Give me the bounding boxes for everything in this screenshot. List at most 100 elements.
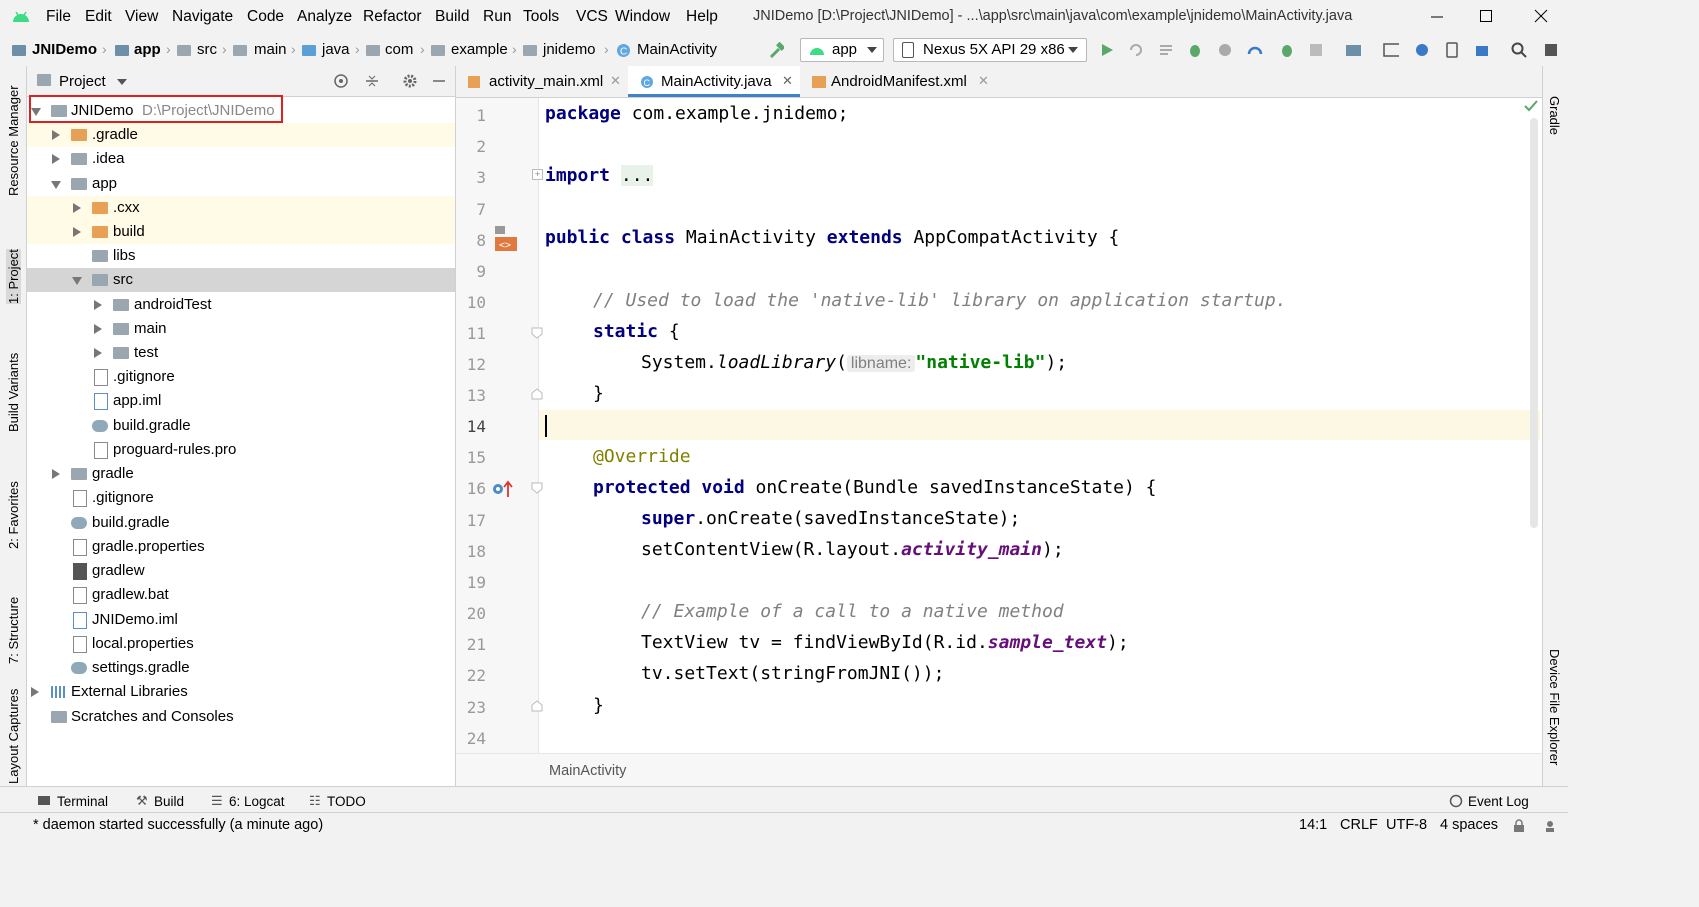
tree-item[interactable]: build [27,220,455,244]
structure-tab[interactable]: 7: Structure [6,597,21,664]
tree-item[interactable]: androidTest [27,293,455,317]
editor-scrollbar[interactable] [1530,118,1538,528]
stop-icon[interactable] [1308,42,1324,58]
fold-end-icon[interactable] [531,388,543,400]
tree-item[interactable]: build.gradle [27,511,455,535]
project-tab[interactable]: 1: Project [6,249,21,304]
tree-item[interactable]: gradlew [27,559,455,583]
code-line-15[interactable]: @Override [593,446,691,467]
collapse-all-icon[interactable] [364,73,380,89]
related-layout-icon[interactable]: <> [493,226,519,252]
menu-help[interactable]: Help [686,8,718,26]
avd-manager-icon[interactable] [1383,42,1399,58]
run-icon[interactable] [1099,42,1115,58]
menu-window[interactable]: Window [615,8,670,26]
tree-item[interactable]: gradle [27,462,455,486]
menu-tools[interactable]: Tools [523,8,559,26]
locate-icon[interactable] [333,73,349,89]
chevron-down-icon[interactable] [117,79,127,85]
tab-android-manifest[interactable]: AndroidManifest.xml ✕ [800,66,995,97]
run-config-select[interactable]: app [800,38,884,62]
profile-icon[interactable] [1247,42,1263,58]
tab-activity-main[interactable]: activity_main.xml ✕ [456,66,628,97]
favorites-tab[interactable]: 2: Favorites [6,481,21,549]
code-line-13[interactable]: } [593,383,604,404]
attach-debugger-icon[interactable] [1279,42,1295,58]
build-hammer-icon[interactable] [768,42,784,58]
code-line-8[interactable]: public class MainActivity extends AppCom… [545,227,1119,248]
tree-item[interactable]: main [27,317,455,341]
hide-panel-icon[interactable] [431,73,447,89]
code-line-23[interactable]: } [593,695,604,716]
gear-icon[interactable] [402,73,418,89]
device-manager-icon[interactable] [1444,42,1460,58]
menu-run[interactable]: Run [483,8,511,26]
tree-item[interactable]: .gitignore [27,486,455,510]
code-line-11[interactable]: static { [593,321,680,342]
inspector-icon[interactable] [1543,819,1557,833]
project-structure-icon[interactable] [1345,42,1361,58]
fold-expand-icon[interactable]: + [532,169,543,180]
close-icon[interactable] [1530,6,1552,26]
tree-item[interactable]: settings.gradle [27,656,455,680]
code-line-22[interactable]: tv.setText(stringFromJNI()); [641,663,944,684]
menu-refactor[interactable]: Refactor [363,8,422,26]
project-view-select[interactable]: Project [59,73,106,90]
menu-view[interactable]: View [125,8,158,26]
layout-captures-tab[interactable]: Layout Captures [6,689,21,784]
tree-item[interactable]: .idea [27,147,455,171]
code-line-18[interactable]: setContentView(R.layout.activity_main); [641,539,1064,560]
code-line-1[interactable]: package com.example.jnidemo; [545,103,848,124]
maximize-icon[interactable] [1475,6,1497,26]
tree-item[interactable]: .gradle [27,123,455,147]
tree-item[interactable]: .gitignore [27,365,455,389]
tree-item[interactable]: .cxx [27,196,455,220]
fold-end-icon[interactable] [531,700,543,712]
tree-item[interactable]: build.gradle [27,414,455,438]
code-line-16[interactable]: protected void onCreate(Bundle savedInst… [593,477,1157,498]
tab-mainactivity[interactable]: C MainActivity.java ✕ [628,66,800,97]
code-line-12[interactable]: System.loadLibrary(libname: "native-lib")… [641,352,1067,373]
apply-code-changes-icon[interactable] [1158,42,1174,58]
fold-collapse-icon[interactable] [531,482,543,494]
debug-icon[interactable] [1187,42,1203,58]
breadcrumb-jnidemo[interactable]: JNIDemo [32,41,97,58]
breadcrumb-mainactivity[interactable]: MainActivity [637,41,717,58]
override-marker-icon[interactable] [492,480,514,498]
tree-item[interactable]: app [27,172,455,196]
breadcrumb-app[interactable]: app [134,41,161,58]
status-message[interactable]: * daemon started successfully (a minute … [33,817,323,833]
tree-item[interactable]: test [27,341,455,365]
file-encoding[interactable]: UTF-8 [1386,817,1427,833]
android-studio-icon[interactable] [1543,42,1559,58]
sdk-manager-icon[interactable] [1474,42,1490,58]
build-variants-tab[interactable]: Build Variants [6,353,21,432]
editor-breadcrumb[interactable]: MainActivity [549,763,626,779]
code-line-10[interactable]: // Used to load the 'native-lib' library… [593,290,1287,311]
menu-navigate[interactable]: Navigate [172,8,233,26]
code-line-3[interactable]: import ... [545,165,654,186]
apply-changes-icon[interactable] [1128,42,1144,58]
coverage-icon[interactable] [1217,42,1233,58]
tree-item[interactable]: Scratches and Consoles [27,705,455,729]
minimize-icon[interactable] [1426,6,1448,26]
tree-item[interactable]: local.properties [27,632,455,656]
tree-item[interactable]: gradlew.bat [27,583,455,607]
menu-edit[interactable]: Edit [85,8,112,26]
tree-item[interactable]: app.iml [27,389,455,413]
indent-setting[interactable]: 4 spaces [1440,817,1498,833]
folded-imports[interactable]: ... [620,165,654,186]
tree-item[interactable]: JNIDemo.iml [27,608,455,632]
tree-item[interactable]: External Libraries [27,680,455,704]
code-line-17[interactable]: super.onCreate(savedInstanceState); [641,508,1020,529]
tree-item[interactable]: gradle.properties [27,535,455,559]
menu-file[interactable]: File [46,8,71,26]
terminal-tab[interactable]: Terminal [57,794,108,809]
logcat-tab[interactable]: 6: Logcat [229,794,285,809]
menu-code[interactable]: Code [247,8,284,26]
menu-analyze[interactable]: Analyze [297,8,352,26]
breadcrumb-jnidemo-package[interactable]: jnidemo [543,41,596,58]
todo-tab[interactable]: TODO [327,794,366,809]
tree-item[interactable]: proguard-rules.pro [27,438,455,462]
gradle-tab[interactable]: Gradle [1547,96,1562,135]
